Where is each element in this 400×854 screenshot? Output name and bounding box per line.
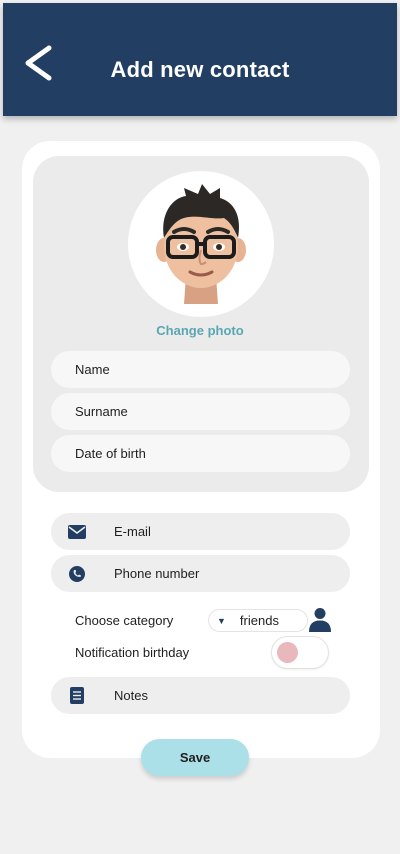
envelope-icon — [67, 522, 87, 542]
category-select[interactable]: ▼ friends — [209, 610, 307, 631]
surname-field[interactable]: Surname — [51, 393, 350, 430]
name-field[interactable]: Name — [51, 351, 350, 388]
page-title: Add new contact — [110, 57, 290, 82]
save-button[interactable]: Save — [141, 739, 249, 776]
date-of-birth-placeholder: Date of birth — [75, 446, 146, 461]
memoji-avatar — [156, 184, 246, 304]
date-of-birth-field[interactable]: Date of birth — [51, 435, 350, 472]
change-photo-link[interactable]: Change photo — [0, 323, 400, 338]
notification-birthday-toggle[interactable] — [272, 637, 328, 668]
phone-field[interactable]: Phone number — [51, 555, 350, 592]
notification-label: Notification birthday — [75, 645, 190, 660]
category-label: Choose category — [75, 613, 174, 628]
name-placeholder: Name — [75, 362, 110, 377]
caret-down-icon: ▼ — [217, 615, 226, 626]
surname-placeholder: Surname — [75, 404, 128, 419]
toggle-knob — [277, 642, 298, 663]
email-placeholder: E-mail — [114, 524, 151, 539]
app-header: Add new contact — [3, 3, 397, 116]
notes-placeholder: Notes — [114, 688, 148, 703]
avatar[interactable] — [128, 171, 274, 317]
notes-icon — [67, 686, 87, 706]
person-icon — [309, 608, 331, 632]
category-selected-value: friends — [239, 613, 279, 628]
phone-icon — [67, 564, 87, 584]
phone-placeholder: Phone number — [114, 566, 200, 581]
email-field[interactable]: E-mail — [51, 513, 350, 550]
notes-field[interactable]: Notes — [51, 677, 350, 714]
